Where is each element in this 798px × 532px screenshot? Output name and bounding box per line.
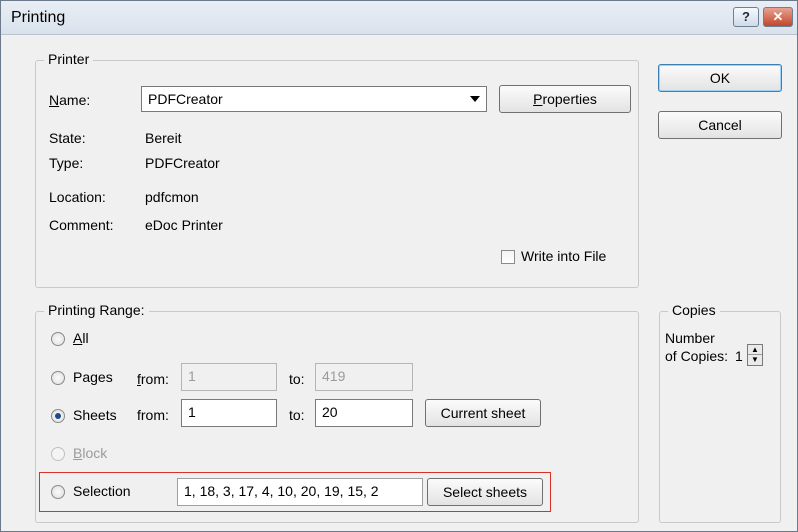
copies-label-line2: of Copies:	[665, 348, 729, 364]
sheets-to-label: to:	[289, 407, 305, 423]
sheets-from-label: from:	[137, 407, 169, 423]
printing-dialog: Printing ? ✕ Printer Name: PDFCreator Pr…	[0, 0, 798, 532]
printer-legend: Printer	[44, 51, 94, 67]
chevron-down-icon	[470, 96, 480, 102]
dialog-title: Printing	[11, 9, 66, 26]
select-sheets-button[interactable]: Select sheets	[427, 478, 543, 506]
name-label: Name:	[49, 92, 91, 108]
radio-selection[interactable]	[51, 485, 65, 499]
copies-label-line1: Number	[665, 330, 715, 346]
radio-block-label: Block	[73, 445, 108, 461]
comment-label: Comment:	[49, 217, 114, 233]
spin-up-icon[interactable]: ▲	[748, 345, 762, 355]
radio-pages-label: Pages	[73, 369, 113, 385]
state-label: State:	[49, 130, 86, 146]
radio-sheets-label: Sheets	[73, 407, 117, 423]
radio-pages[interactable]	[51, 371, 65, 385]
cancel-button[interactable]: Cancel	[658, 111, 782, 139]
sheets-from-input[interactable]: 1	[181, 399, 277, 427]
printing-range-legend: Printing Range:	[44, 302, 149, 318]
pages-to-input[interactable]: 419	[315, 363, 413, 391]
comment-value: eDoc Printer	[145, 217, 223, 233]
close-button[interactable]: ✕	[763, 7, 793, 27]
location-value: pdfcmon	[145, 189, 199, 205]
location-label: Location:	[49, 189, 106, 205]
type-value: PDFCreator	[145, 155, 220, 171]
title-bar: Printing ? ✕	[1, 1, 797, 35]
write-into-file-label: Write into File	[521, 248, 607, 264]
pages-from-input[interactable]: 1	[181, 363, 277, 391]
properties-button[interactable]: Properties	[499, 85, 631, 113]
sheets-to-input[interactable]: 20	[315, 399, 413, 427]
radio-all-label: All	[73, 330, 89, 346]
type-label: Type:	[49, 155, 84, 171]
pages-to-label: to:	[289, 371, 305, 387]
radio-all[interactable]	[51, 332, 65, 346]
radio-block[interactable]	[51, 447, 65, 461]
copies-value[interactable]: 1	[735, 348, 743, 364]
radio-sheets[interactable]	[51, 409, 65, 423]
copies-spinner[interactable]: ▲ ▼	[747, 344, 763, 366]
ok-button[interactable]: OK	[658, 64, 782, 92]
spin-down-icon[interactable]: ▼	[748, 355, 762, 365]
selection-input[interactable]: 1, 18, 3, 17, 4, 10, 20, 19, 15, 2	[177, 478, 423, 506]
copies-legend: Copies	[668, 302, 720, 318]
printer-name-value: PDFCreator	[148, 91, 223, 107]
printer-name-select[interactable]: PDFCreator	[141, 86, 487, 112]
state-value: Bereit	[145, 130, 182, 146]
current-sheet-button[interactable]: Current sheet	[425, 399, 541, 427]
pages-from-label: from:	[137, 371, 169, 387]
write-into-file-checkbox[interactable]	[501, 250, 515, 264]
help-button[interactable]: ?	[733, 7, 759, 27]
radio-selection-label: Selection	[73, 483, 131, 499]
